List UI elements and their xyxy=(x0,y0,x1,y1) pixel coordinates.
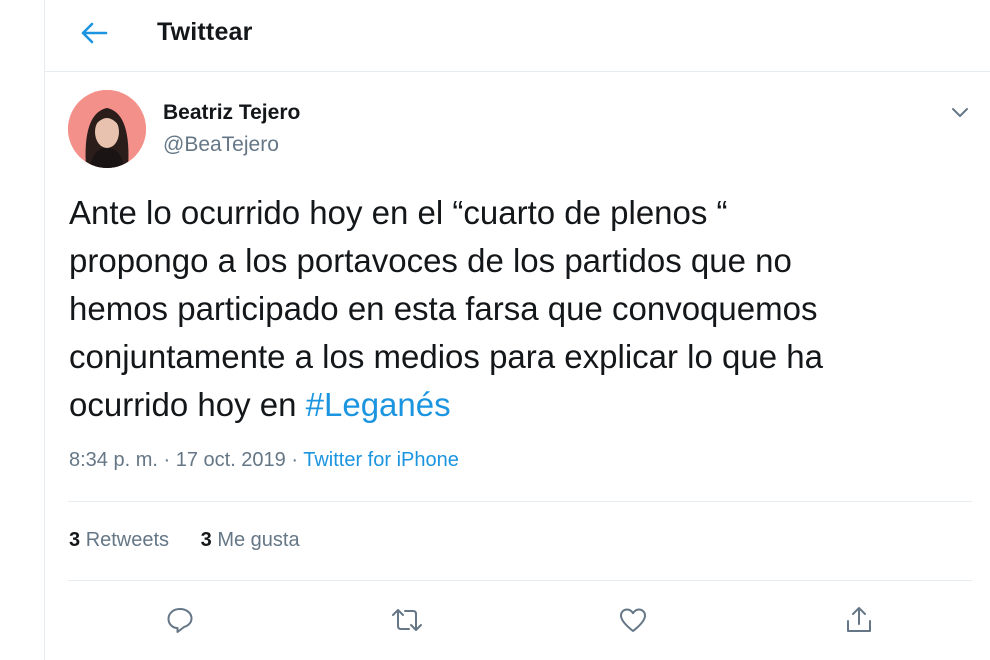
likes-stat[interactable]: 3 Me gusta xyxy=(201,529,300,551)
hashtag-link[interactable]: #Leganés xyxy=(306,386,451,423)
tweet-options-button[interactable] xyxy=(948,100,972,124)
retweets-stat[interactable]: 3 Retweets xyxy=(69,529,169,551)
tweet-source-link[interactable]: Twitter for iPhone xyxy=(303,449,459,471)
tweet-timestamp[interactable]: 8:34 p. m. · 17 oct. 2019 · xyxy=(69,449,303,471)
tweet-text-line: ocurrido hoy en xyxy=(69,386,306,423)
author-name[interactable]: Beatriz Tejero xyxy=(163,101,300,125)
retweet-button[interactable] xyxy=(390,603,424,637)
like-button[interactable] xyxy=(616,603,650,637)
back-button[interactable] xyxy=(77,16,111,50)
share-button[interactable] xyxy=(842,603,876,637)
tweet-page: Twittear Beatriz Tejero @BeaTejero Ante … xyxy=(0,0,990,660)
tweet-text-line: propongo a los portavoces de los partido… xyxy=(69,242,792,279)
share-icon xyxy=(847,607,871,632)
divider xyxy=(68,580,972,581)
retweets-label: Retweets xyxy=(85,529,170,551)
likes-count: 3 xyxy=(200,529,212,551)
reply-icon xyxy=(167,608,193,633)
likes-label: Me gusta xyxy=(217,529,300,551)
heart-icon xyxy=(620,608,646,632)
tweet-text: Ante lo ocurrido hoy en el “cuarto de pl… xyxy=(69,189,949,429)
page-header: Twittear xyxy=(45,0,990,72)
author-handle[interactable]: @BeaTejero xyxy=(163,133,279,157)
page-title: Twittear xyxy=(157,18,253,46)
reply-button[interactable] xyxy=(163,603,197,637)
tweet-text-line: Ante lo ocurrido hoy en el “cuarto de pl… xyxy=(69,194,728,231)
avatar[interactable] xyxy=(68,90,146,168)
chevron-down-icon xyxy=(952,108,968,117)
tweet-stats: 3 Retweets 3 Me gusta xyxy=(69,529,326,552)
tweet-text-line: conjuntamente a los medios para explicar… xyxy=(69,338,823,375)
arrow-left-icon xyxy=(81,22,108,44)
retweets-count: 3 xyxy=(69,529,81,551)
tweet-text-line: hemos participado en esta farsa que conv… xyxy=(69,290,818,327)
avatar-photo xyxy=(68,90,146,168)
divider xyxy=(68,501,972,502)
column-border xyxy=(44,0,45,660)
tweet-meta: 8:34 p. m. · 17 oct. 2019 · Twitter for … xyxy=(69,449,459,472)
retweet-icon xyxy=(392,609,422,631)
